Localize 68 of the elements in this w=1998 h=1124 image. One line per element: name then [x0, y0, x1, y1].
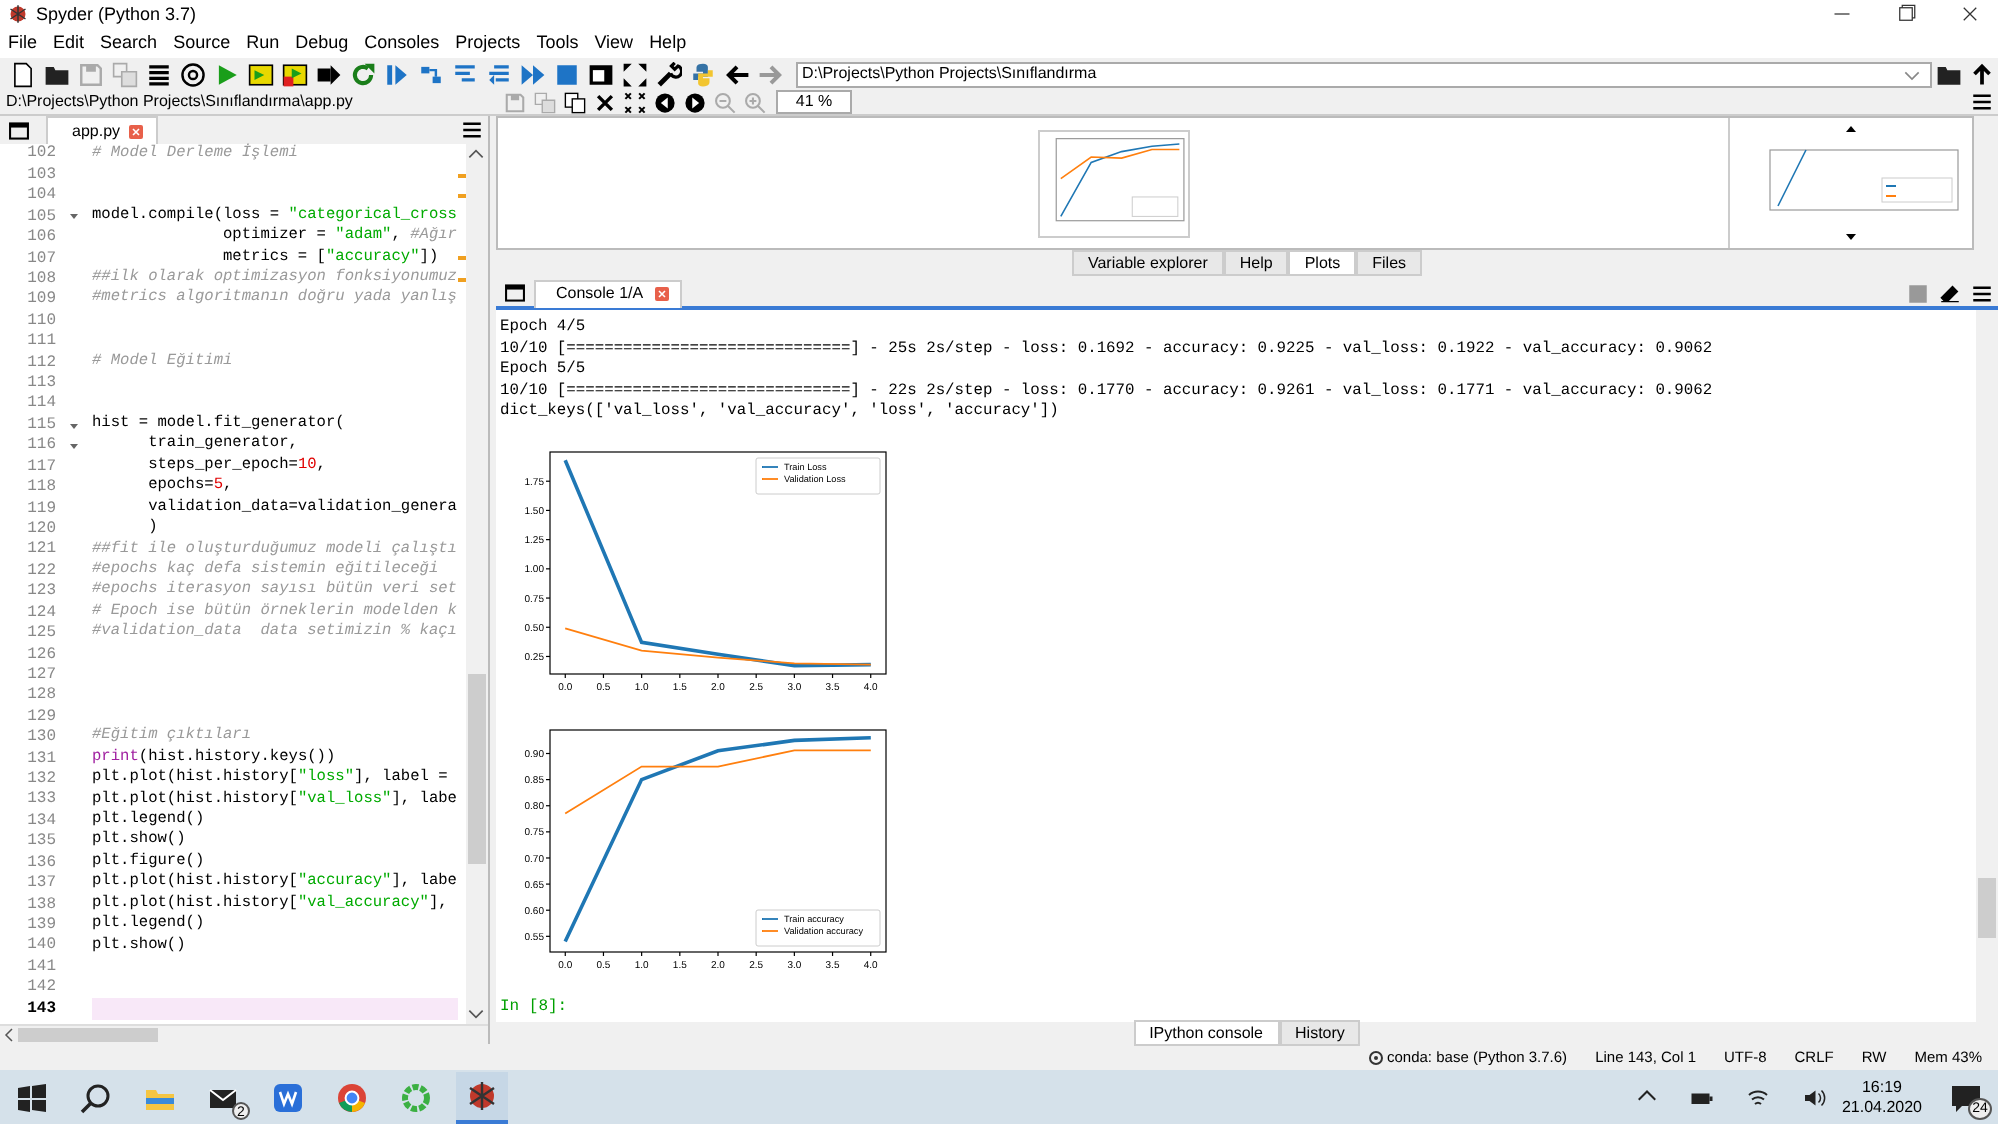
line-number: 112 [25, 353, 56, 373]
line-number: 109 [25, 290, 56, 310]
line-number: 115 [25, 415, 56, 435]
line-number: 111 [25, 332, 56, 352]
line-number: 128 [25, 686, 56, 706]
menu-item[interactable]: Tools [528, 32, 587, 54]
line-number: 107 [25, 249, 56, 269]
line-number: 102 [25, 144, 56, 164]
zoom-field[interactable]: 41 % [776, 90, 852, 114]
line-number: 103 [25, 165, 56, 185]
menu-item[interactable]: Help [641, 32, 695, 54]
clock-date[interactable]: 21.04.2020 [1841, 1097, 1922, 1117]
line-number: 124 [25, 603, 56, 623]
menu-item[interactable]: Edit [45, 32, 93, 54]
path-combobox[interactable]: D:\Projects\Python Projects\Sınıflandırma [796, 61, 1932, 87]
line-number: 105 [25, 207, 56, 227]
menu-item[interactable]: Source [165, 32, 239, 54]
line-number: 139 [25, 916, 56, 936]
menu-item[interactable]: Projects [447, 32, 529, 54]
line-number: 130 [25, 728, 56, 748]
menu-item[interactable]: Run [238, 32, 288, 54]
line-number: 140 [25, 936, 56, 957]
line-number: 118 [25, 478, 56, 498]
line-number: 135 [25, 832, 56, 852]
line-number: 143 [25, 999, 56, 1019]
line-number: 129 [25, 707, 56, 727]
line-number: 136 [25, 853, 56, 873]
line-number: 116 [25, 436, 56, 456]
line-number: 133 [25, 790, 56, 811]
menu-item[interactable]: Debug [287, 32, 357, 54]
line-number: 142 [25, 978, 56, 998]
clock-time[interactable]: 16:19 [1841, 1077, 1922, 1097]
console-tab[interactable]: Console 1/A [534, 279, 682, 307]
menu-item[interactable]: File [0, 32, 46, 54]
line-number: 138 [25, 895, 56, 915]
line-number: 127 [25, 665, 56, 686]
line-number: 113 [25, 374, 56, 394]
line-number: 120 [25, 520, 56, 540]
line-number: 117 [25, 457, 56, 477]
console-pane-tab[interactable]: History [1279, 1019, 1361, 1047]
line-number: 121 [25, 540, 56, 561]
editor-tab[interactable]: app.py [46, 116, 159, 144]
line-number: 125 [25, 624, 56, 644]
console-prompt: In [8]: [500, 998, 570, 1018]
line-number: 132 [25, 770, 56, 790]
pane-tab[interactable]: Files [1356, 249, 1423, 277]
line-number: 141 [25, 957, 56, 977]
line-number: 137 [25, 874, 56, 894]
menu-item[interactable]: Consoles [356, 32, 448, 54]
line-number: 126 [25, 645, 56, 665]
line-number: 104 [25, 186, 56, 206]
window-title: Spyder (Python 3.7) [36, 3, 197, 25]
line-number: 131 [25, 749, 56, 769]
line-number: 108 [25, 269, 56, 290]
line-number: 134 [25, 811, 56, 831]
menu-item[interactable]: View [586, 32, 642, 54]
file-path: D:\Projects\Python Projects\Sınıflandırma\app.py [4, 92, 355, 112]
line-number: 106 [25, 228, 56, 248]
pane-tab[interactable]: Help [1223, 249, 1289, 277]
pane-tab[interactable]: Plots [1288, 249, 1357, 277]
line-number: 110 [25, 311, 56, 331]
line-number: 119 [25, 499, 56, 519]
console-pane-tab[interactable]: IPython console [1133, 1019, 1280, 1047]
line-number: 122 [25, 561, 56, 581]
pane-tab[interactable]: Variable explorer [1071, 249, 1224, 277]
line-number: 123 [25, 582, 56, 602]
menu-item[interactable]: Search [92, 32, 166, 54]
line-number: 114 [25, 394, 56, 415]
